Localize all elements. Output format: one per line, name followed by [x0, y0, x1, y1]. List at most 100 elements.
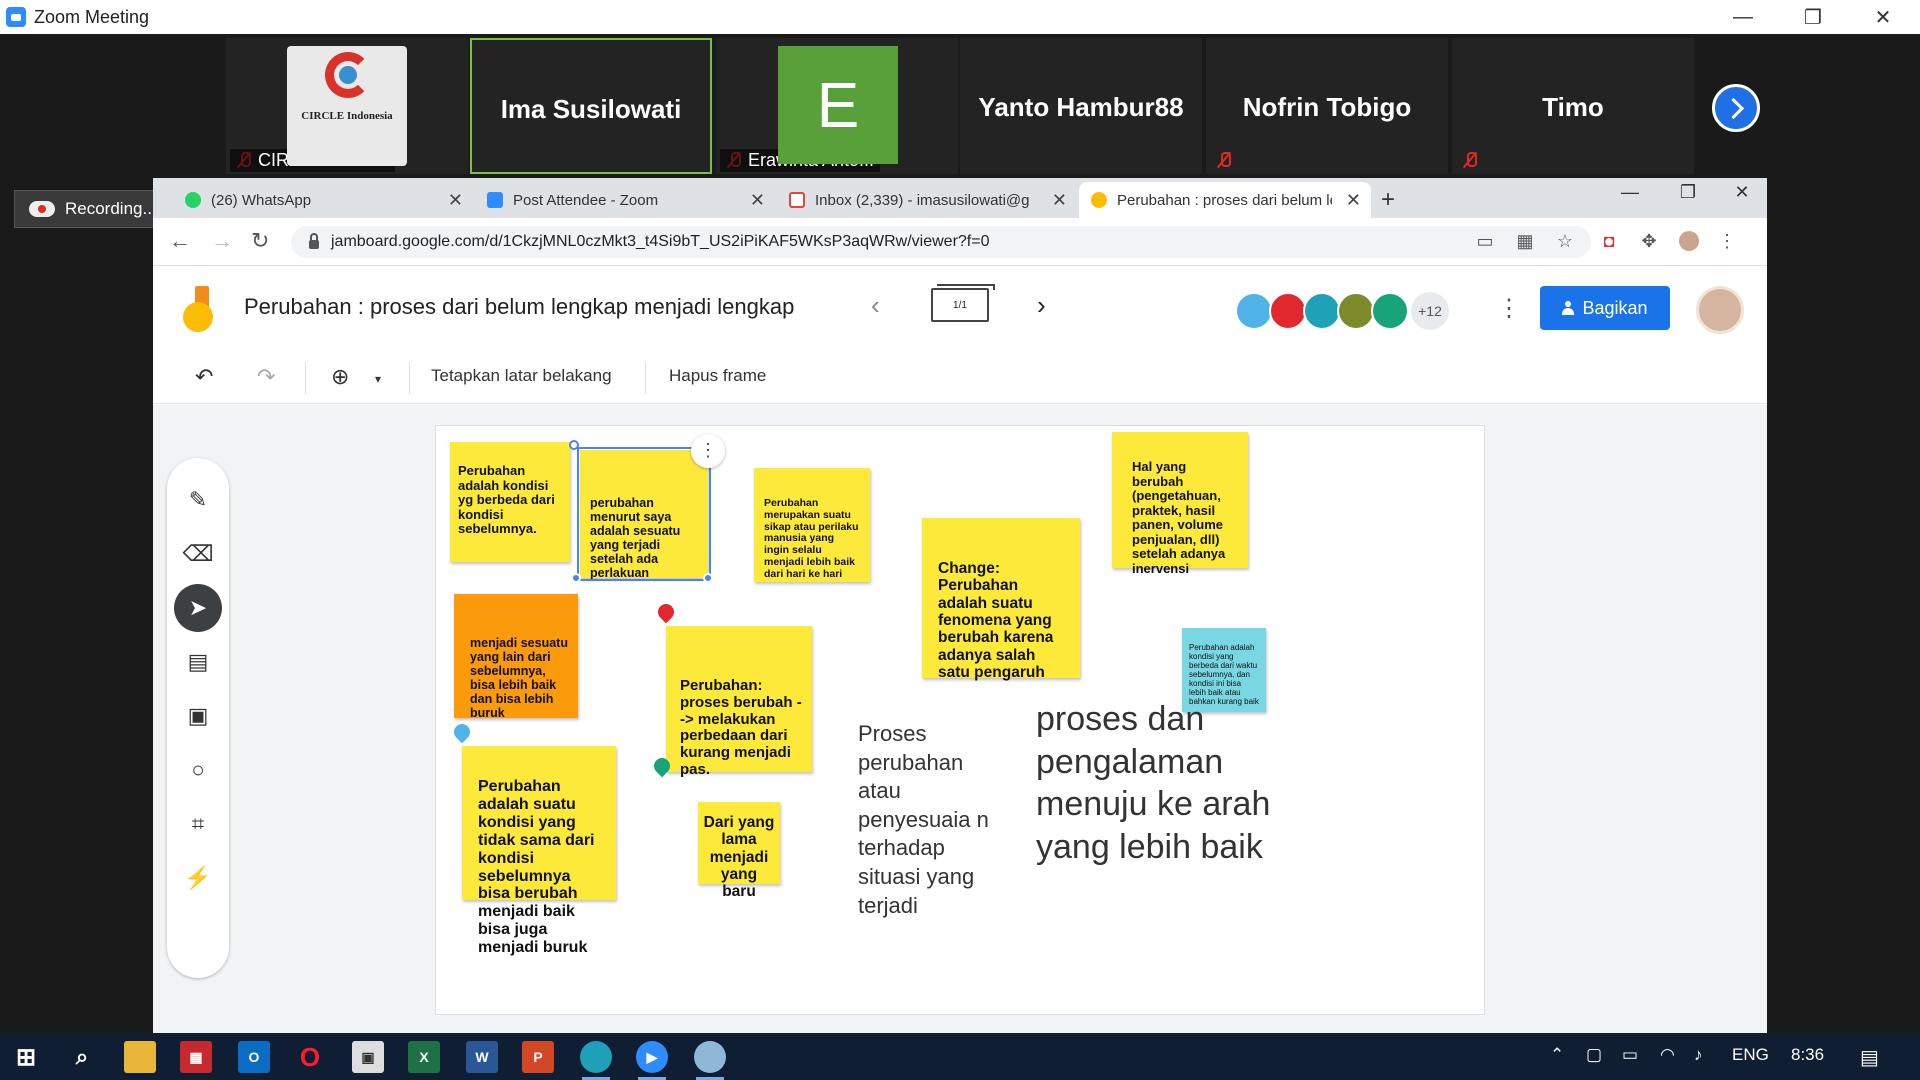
zoom-title-bar: Zoom Meeting — ❐ ✕: [0, 0, 1920, 34]
redo-icon[interactable]: ↷: [257, 364, 275, 390]
participant-tile[interactable]: Timo: [1452, 38, 1694, 174]
new-tab-button[interactable]: +: [1381, 186, 1395, 214]
address-bar[interactable]: jamboard.google.com/d/1CkzjMNL0czMkt3_t4…: [291, 226, 1591, 258]
edge-browser-icon[interactable]: [580, 1041, 612, 1080]
sticky-note-icon[interactable]: ▤: [174, 638, 222, 686]
next-participants-button[interactable]: [1712, 84, 1760, 132]
browser-window: (26) WhatsApp ✕ Post Attendee - Zoom ✕ I…: [153, 178, 1767, 1033]
file-explorer-icon[interactable]: [124, 1041, 156, 1073]
collaborator-avatar: [1269, 292, 1307, 330]
pocket-extension-icon[interactable]: ◘: [1599, 231, 1619, 251]
sticky-note[interactable]: Perubahan adalah suatu kondisi yang tida…: [462, 746, 616, 956]
reload-button[interactable]: ↻: [251, 228, 269, 254]
next-frame-button[interactable]: ›: [1037, 290, 1046, 321]
restore-button[interactable]: ❐: [1778, 0, 1848, 34]
account-avatar[interactable]: [1696, 286, 1744, 334]
zoom-app-icon[interactable]: ▶: [636, 1041, 668, 1080]
chrome-app-icon[interactable]: [694, 1041, 726, 1080]
close-tab-icon[interactable]: ✕: [1346, 190, 1361, 211]
more-options-icon[interactable]: ⋮: [1497, 294, 1521, 323]
tab-zoom[interactable]: Post Attendee - Zoom ✕: [475, 182, 775, 218]
resize-handle[interactable]: [703, 573, 713, 583]
text-box[interactable]: Proses perubahan atau penyesuaia n terha…: [858, 720, 998, 920]
notifications-icon[interactable]: ▤: [1860, 1045, 1879, 1070]
profile-avatar-icon[interactable]: [1679, 231, 1699, 251]
participant-tile[interactable]: Yanto Hambur88: [960, 38, 1202, 174]
image-icon[interactable]: ▣: [174, 692, 222, 740]
cast-icon[interactable]: ▭: [1475, 231, 1495, 251]
clock[interactable]: 8:36: [1791, 1045, 1824, 1065]
shape-circle-icon[interactable]: ○: [174, 746, 222, 794]
resize-handle[interactable]: [571, 573, 581, 583]
outlook-icon[interactable]: O: [238, 1041, 270, 1073]
jamboard-header: Perubahan : proses dari belum lengkap me…: [153, 266, 1767, 350]
sticky-note[interactable]: menjadi sesuatu yang lain dari sebelumny…: [454, 594, 578, 720]
forward-button[interactable]: →: [211, 228, 233, 254]
browser-restore-button[interactable]: ❐: [1659, 182, 1717, 212]
set-background-button[interactable]: Tetapkan latar belakang: [431, 366, 612, 386]
minimize-button[interactable]: —: [1708, 0, 1778, 34]
bookmark-star-icon[interactable]: ☆: [1555, 231, 1575, 251]
tab-whatsapp[interactable]: (26) WhatsApp ✕: [173, 182, 473, 218]
close-tab-icon[interactable]: ✕: [750, 190, 765, 211]
undo-icon[interactable]: ↶: [195, 364, 213, 390]
windows-start-icon[interactable]: ⊞: [10, 1041, 42, 1073]
windows-taskbar: ⊞ ⌕ ▦ O O ▣ X W P ▶ ⌃ ▢ ▭ ◠ ♪ ENG 8:36 ▤: [0, 1033, 1920, 1080]
tray-chevron-icon[interactable]: ⌃: [1550, 1045, 1564, 1065]
participant-tile-active[interactable]: Ima Susilowati: [470, 38, 712, 174]
share-button[interactable]: Bagikan: [1540, 286, 1670, 330]
note-options-menu-icon[interactable]: ⋮: [691, 434, 725, 468]
store-app-icon[interactable]: ▦: [180, 1041, 212, 1073]
clear-frame-button[interactable]: Hapus frame: [669, 366, 766, 386]
jamboard-logo-icon: [183, 286, 217, 332]
browser-close-button[interactable]: ✕: [1713, 182, 1771, 212]
search-icon[interactable]: ⌕: [66, 1041, 98, 1073]
close-tab-icon[interactable]: ✕: [448, 190, 463, 211]
lock-icon: [309, 232, 319, 249]
excel-icon[interactable]: X: [408, 1041, 440, 1073]
meet-now-icon[interactable]: ▢: [1586, 1045, 1602, 1065]
powerpoint-icon[interactable]: P: [522, 1041, 554, 1073]
zoom-icon[interactable]: ⊕: [331, 364, 349, 390]
whatsapp-icon: [185, 192, 201, 208]
sticky-note[interactable]: Perubahan: proses berubah --> melakukan …: [666, 626, 812, 778]
browser-menu-icon[interactable]: ⋮: [1717, 231, 1737, 251]
close-button[interactable]: ✕: [1848, 0, 1918, 34]
jam-board[interactable]: Perubahan adalah kondisi yg berbeda dari…: [435, 425, 1485, 1015]
rotate-handle[interactable]: [569, 440, 579, 450]
jam-title[interactable]: Perubahan : proses dari belum lengkap me…: [244, 294, 794, 320]
participant-tile[interactable]: Nofrin Tobigo: [1206, 38, 1448, 174]
volume-icon[interactable]: ♪: [1694, 1045, 1703, 1065]
extensions-puzzle-icon[interactable]: ✥: [1639, 231, 1659, 251]
browser-minimize-button[interactable]: —: [1601, 182, 1659, 212]
frame-bar-button[interactable]: 1/1: [931, 284, 995, 322]
url-text: jamboard.google.com/d/1CkzjMNL0czMkt3_t4…: [331, 233, 990, 250]
jam-toolbar: ↶ ↷ ⊕ ▾ Tetapkan latar belakang Hapus fr…: [153, 350, 1767, 404]
previous-frame-button[interactable]: ‹: [871, 290, 880, 321]
zoom-dropdown-icon[interactable]: ▾: [375, 372, 381, 386]
text-box-icon[interactable]: ⌗: [174, 800, 222, 848]
more-collaborators-count[interactable]: +12: [1411, 292, 1449, 330]
language-indicator[interactable]: ENG: [1732, 1045, 1769, 1065]
sticky-note[interactable]: Dari yang lama menjadi yang baru: [698, 802, 780, 900]
back-button[interactable]: ←: [169, 228, 191, 254]
select-pointer-icon[interactable]: ➤: [174, 584, 222, 632]
pen-icon[interactable]: ✎: [174, 476, 222, 524]
eraser-icon[interactable]: ⌫: [174, 530, 222, 578]
battery-icon[interactable]: ▭: [1622, 1045, 1638, 1065]
sticky-note[interactable]: Perubahan adalah kondisi yg berbeda dari…: [450, 442, 570, 562]
word-icon[interactable]: W: [466, 1041, 498, 1073]
sticky-note[interactable]: Perubahan merupakan suatu sikap atau per…: [754, 468, 870, 582]
sticky-note[interactable]: Change: Perubahan adalah suatu fenomena …: [922, 518, 1080, 681]
tab-jamboard[interactable]: Perubahan : proses dari belum le ✕: [1079, 182, 1371, 218]
mic-muted-icon: [1216, 152, 1232, 168]
qr-code-icon[interactable]: ▦: [1515, 231, 1535, 251]
opera-browser-icon[interactable]: O: [294, 1041, 326, 1073]
close-tab-icon[interactable]: ✕: [1052, 190, 1067, 211]
wifi-icon[interactable]: ◠: [1660, 1045, 1675, 1065]
text-box[interactable]: proses dan pengalaman menuju ke arah yan…: [1036, 698, 1276, 868]
store-bag-icon[interactable]: ▣: [352, 1041, 384, 1073]
laser-icon[interactable]: ⚡: [174, 854, 222, 902]
sticky-note[interactable]: Hal yang berubah (pengetahuan, praktek, …: [1112, 432, 1248, 576]
tab-gmail[interactable]: Inbox (2,339) - imasusilowati@gm ✕: [777, 182, 1077, 218]
